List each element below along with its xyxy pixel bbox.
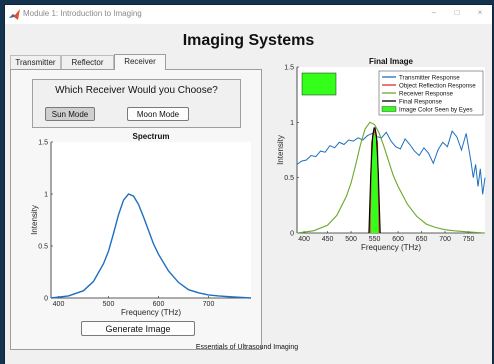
window-title: Module 1: Introduction to Imaging <box>23 9 142 18</box>
tab-receiver[interactable]: Receiver <box>114 54 166 70</box>
tab-group: Transmitter Reflector Receiver Which Rec… <box>10 54 262 350</box>
y-tick-label: 1.5 <box>38 140 48 147</box>
legend-label: Object Reflection Response <box>399 82 476 89</box>
legend-label: Image Color Seen by Eyes <box>399 106 473 113</box>
plot-area <box>51 142 251 298</box>
x-tick-label: 700 <box>203 301 215 308</box>
x-tick-label: 450 <box>322 236 334 243</box>
legend-label: Receiver Response <box>399 90 454 97</box>
x-tick-label: 650 <box>416 236 428 243</box>
x-tick-label: 550 <box>369 236 381 243</box>
receiver-choice-group: Which Receiver Would you Choose? Sun Mod… <box>32 79 241 128</box>
x-tick-label: 600 <box>392 236 404 243</box>
tab-reflector[interactable]: Reflector <box>61 55 114 69</box>
sun-mode-button[interactable]: Sun Mode <box>45 107 95 121</box>
x-tick-label: 400 <box>298 236 310 243</box>
moon-mode-button[interactable]: Moon Mode <box>127 107 189 121</box>
page-title: Imaging Systems <box>182 32 315 49</box>
maximize-button[interactable]: □ <box>448 8 466 17</box>
final-image-chart: 400 450 500 550 600 650 700 750 0 0.5 1 1.5 Final Im… <box>276 57 486 252</box>
y-tick-label: 1.5 <box>284 65 294 72</box>
image-color-swatch <box>301 72 337 96</box>
tab-transmitter[interactable]: Transmitter <box>10 55 61 69</box>
spectrum-chart: 400 500 600 700 0 0.5 1 1.5 Spectrum Frequency (T… <box>30 132 252 317</box>
receiver-question: Which Receiver Would you Choose? <box>55 85 218 96</box>
legend-label: Transmitter Response <box>399 74 460 81</box>
y-axis-label: Intensity <box>276 135 285 165</box>
y-tick-label: 0.5 <box>284 175 294 182</box>
minimize-button[interactable]: – <box>425 8 443 17</box>
x-tick-label: 400 <box>53 301 65 308</box>
chart-title: Spectrum <box>133 132 170 141</box>
chart-title: Final Image <box>369 57 414 66</box>
y-tick-label: 0 <box>290 231 294 238</box>
y-tick-label: 0 <box>44 296 48 303</box>
close-button[interactable]: × <box>471 8 489 17</box>
x-tick-label: 700 <box>439 236 451 243</box>
x-tick-label: 600 <box>153 301 165 308</box>
x-axis-label: Frequency (THz) <box>361 243 421 252</box>
y-tick-label: 1 <box>44 192 48 199</box>
x-tick-label: 500 <box>103 301 115 308</box>
title-bar: Module 1: Introduction to Imaging – □ × <box>5 5 492 24</box>
receiver-panel: Which Receiver Would you Choose? Sun Mod… <box>10 69 262 350</box>
app-window: Module 1: Introduction to Imaging – □ × … <box>5 5 492 364</box>
y-tick-label: 0.5 <box>38 244 48 251</box>
matlab-logo-icon <box>9 9 20 20</box>
x-tick-label: 750 <box>463 236 475 243</box>
x-axis-label: Frequency (THz) <box>121 308 181 317</box>
footer-text: Essentials of Ultrasound Imaging <box>195 344 299 351</box>
y-tick-label: 1 <box>290 120 294 127</box>
generate-image-button[interactable]: Generate Image <box>81 321 195 336</box>
y-axis-label: Intensity <box>30 205 39 235</box>
legend-swatch <box>381 106 397 112</box>
x-tick-label: 500 <box>345 236 357 243</box>
legend-label: Final Response <box>399 98 443 105</box>
